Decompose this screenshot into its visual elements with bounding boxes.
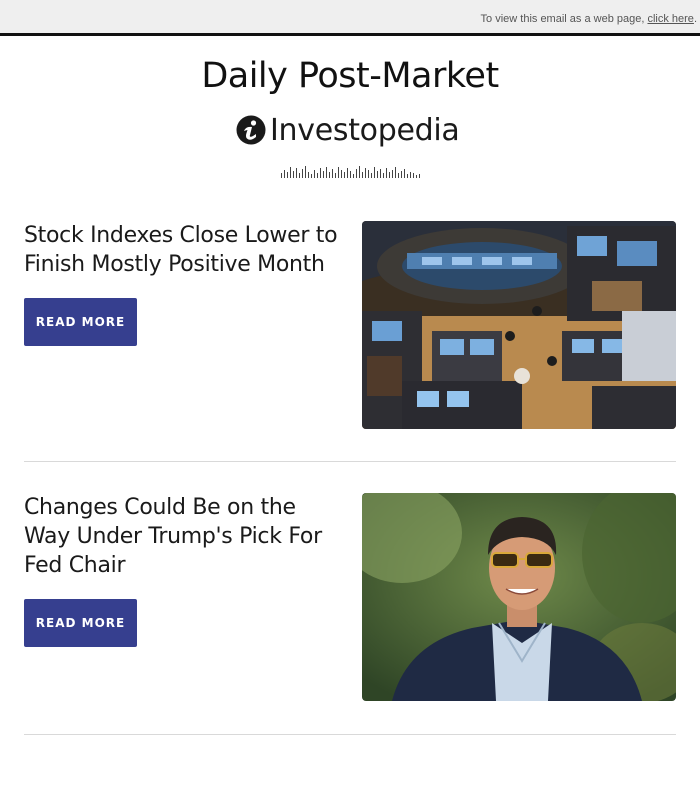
decorative-ticker-bars [281, 166, 420, 178]
article-card: Stock Indexes Close Lower to Finish Most… [24, 221, 676, 429]
investopedia-logo-text: Investopedia [270, 112, 460, 148]
view-as-webpage-notice: To view this email as a web page, click … [481, 13, 697, 25]
newsletter-title: Daily Post-Market [201, 56, 499, 96]
article-headline[interactable]: Stock Indexes Close Lower to Finish Most… [24, 221, 344, 279]
read-more-button[interactable]: READ MORE [24, 599, 137, 647]
article-thumbnail[interactable] [362, 493, 676, 701]
email-topbar: To view this email as a web page, click … [0, 0, 700, 36]
article-divider [24, 461, 676, 462]
investopedia-logo[interactable]: Investopedia [236, 110, 460, 150]
man-portrait-image [362, 493, 676, 701]
article-divider [24, 734, 676, 735]
click-here-link[interactable]: click here [647, 13, 693, 25]
article-thumbnail[interactable] [362, 221, 676, 429]
investopedia-logo-icon [236, 115, 266, 145]
article-card: Changes Could Be on the Way Under Trump'… [24, 493, 676, 701]
topbar-trailing: . [693, 13, 697, 25]
read-more-button[interactable]: READ MORE [24, 298, 137, 346]
view-as-webpage-text: To view this email as a web page, [480, 13, 645, 25]
article-headline[interactable]: Changes Could Be on the Way Under Trump'… [24, 493, 344, 580]
trading-floor-image [362, 221, 676, 429]
